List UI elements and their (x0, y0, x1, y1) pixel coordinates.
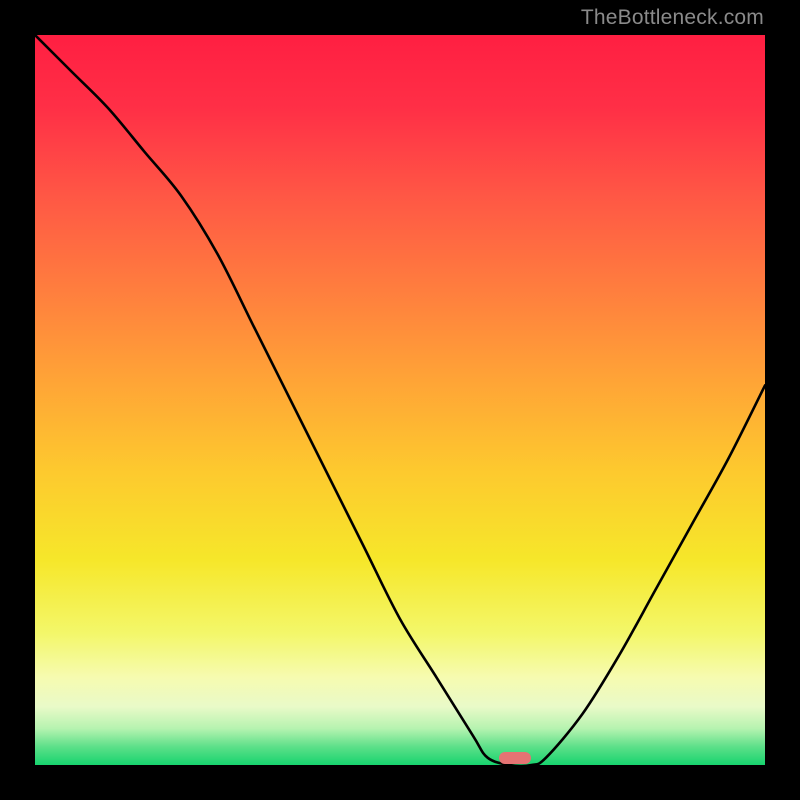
plot-area (35, 35, 765, 765)
background-gradient (35, 35, 765, 765)
watermark-text: TheBottleneck.com (581, 6, 764, 30)
optimum-marker (499, 752, 531, 764)
chart-frame: TheBottleneck.com (0, 0, 800, 800)
